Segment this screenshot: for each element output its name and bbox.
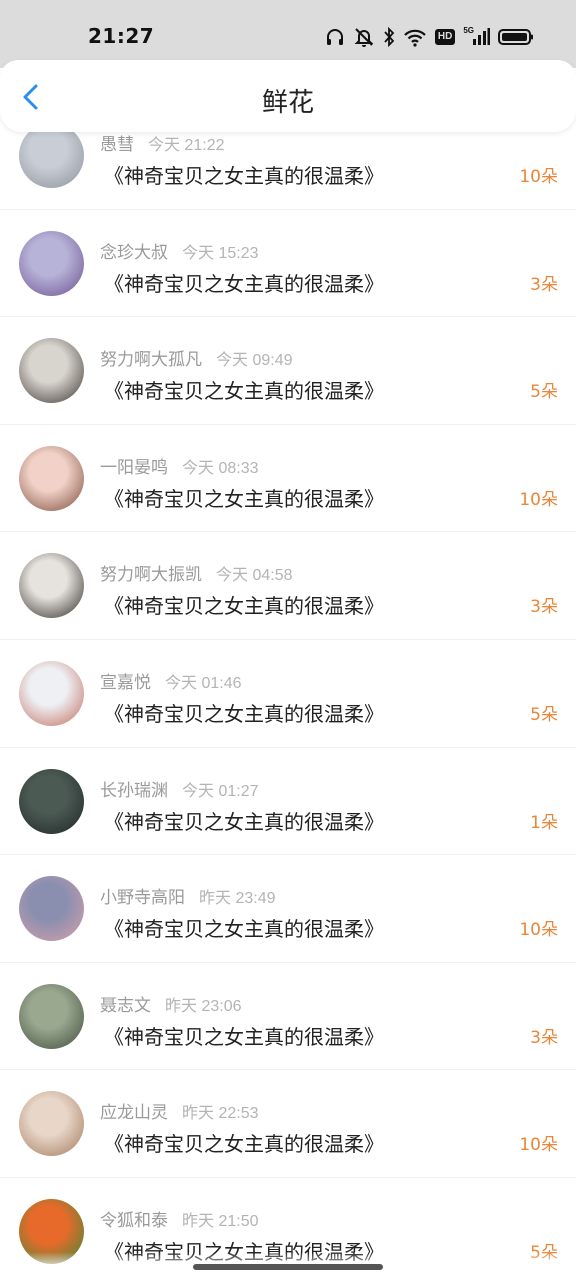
flower-list: 愚彗 今天 21:22 《神奇宝贝之女主真的很温柔》 10朵 念珍大叔 今天 15:…: [0, 102, 576, 1280]
flower-count: 1朵: [530, 812, 558, 833]
avatar[interactable]: [19, 123, 84, 188]
flower-count: 5朵: [530, 382, 558, 403]
timestamp: 今天 01:27: [182, 782, 259, 800]
book-title: 《神奇宝贝之女主真的很温柔》: [104, 1024, 384, 1049]
timestamp: 今天 21:22: [148, 137, 225, 154]
avatar[interactable]: [19, 230, 84, 296]
book-title: 《神奇宝贝之女主真的很温柔》: [104, 1132, 384, 1157]
timestamp: 今天 09:49: [216, 352, 293, 370]
list-item[interactable]: 小野寺高阳 昨天 23:49 《神奇宝贝之女主真的很温柔》 10朵: [0, 855, 576, 963]
item-meta: 念珍大叔 今天 15:23: [100, 238, 259, 263]
timestamp: 今天 04:58: [216, 567, 293, 585]
nav-bar: 鲜花: [0, 60, 576, 132]
item-meta: 应龙山灵 昨天 22:53: [100, 1098, 259, 1123]
book-title: 《神奇宝贝之女主真的很温柔》: [104, 379, 384, 404]
book-title: 《神奇宝贝之女主真的很温柔》: [104, 271, 384, 296]
item-meta: 一阳晏鸣 今天 08:33: [100, 453, 259, 478]
item-meta: 令狐和泰 昨天 21:50: [100, 1206, 259, 1231]
item-meta: 愚彗 今天 21:22: [100, 130, 225, 155]
item-meta: 努力啊大振凯 今天 04:58: [100, 560, 293, 585]
flower-count: 10朵: [519, 489, 558, 510]
user-name: 聂志文: [100, 995, 151, 1015]
user-name: 宣嘉悦: [100, 672, 151, 692]
avatar[interactable]: [19, 660, 84, 726]
book-title: 《神奇宝贝之女主真的很温柔》: [104, 701, 384, 726]
timestamp: 昨天 23:49: [199, 890, 276, 908]
item-meta: 小野寺高阳 昨天 23:49: [100, 883, 276, 908]
timestamp: 昨天 23:06: [165, 997, 242, 1015]
list-item[interactable]: 长孙瑞渊 今天 01:27 《神奇宝贝之女主真的很温柔》 1朵: [0, 748, 576, 856]
book-title: 《神奇宝贝之女主真的很温柔》: [104, 594, 384, 619]
flower-count: 5朵: [530, 704, 558, 725]
user-name: 一阳晏鸣: [100, 457, 168, 477]
flower-count: 3朵: [530, 597, 558, 618]
item-meta: 长孙瑞渊 今天 01:27: [100, 776, 259, 801]
timestamp: 今天 01:46: [165, 674, 242, 692]
status-bar: 21:27 HD 5G: [0, 0, 576, 68]
avatar[interactable]: [19, 983, 84, 1049]
home-indicator[interactable]: [193, 1264, 383, 1270]
bluetooth-icon: [383, 27, 395, 47]
item-meta: 聂志文 昨天 23:06: [100, 991, 242, 1016]
user-name: 长孙瑞渊: [100, 780, 168, 800]
list-item[interactable]: 应龙山灵 昨天 22:53 《神奇宝贝之女主真的很温柔》 10朵: [0, 1070, 576, 1178]
timestamp: 昨天 21:50: [182, 1212, 259, 1230]
avatar[interactable]: [19, 553, 84, 619]
user-name: 努力啊大孤凡: [100, 350, 202, 370]
headphones-icon: [325, 27, 345, 47]
flower-count: 10朵: [519, 1135, 558, 1156]
book-title: 《神奇宝贝之女主真的很温柔》: [104, 164, 384, 188]
flower-count: 3朵: [530, 274, 558, 295]
flower-count: 10朵: [519, 920, 558, 941]
user-name: 小野寺高阳: [100, 888, 185, 908]
book-title: 《神奇宝贝之女主真的很温柔》: [104, 809, 384, 834]
mute-icon: [353, 27, 375, 47]
timestamp: 昨天 22:53: [182, 1105, 259, 1123]
item-meta: 努力啊大孤凡 今天 09:49: [100, 345, 293, 370]
user-name: 念珍大叔: [100, 242, 168, 262]
battery-icon: [498, 27, 534, 47]
list-item[interactable]: 宣嘉悦 今天 01:46 《神奇宝贝之女主真的很温柔》 5朵: [0, 640, 576, 748]
user-name: 努力啊大振凯: [100, 565, 202, 585]
hd-icon: HD: [434, 29, 456, 45]
list-item[interactable]: 努力啊大振凯 今天 04:58 《神奇宝贝之女主真的很温柔》 3朵: [0, 532, 576, 640]
avatar[interactable]: [19, 876, 84, 942]
user-name: 愚彗: [100, 135, 134, 154]
avatar[interactable]: [19, 768, 84, 834]
page-title: 鲜花: [261, 88, 314, 118]
avatar[interactable]: [19, 445, 84, 511]
timestamp: 今天 08:33: [182, 459, 259, 477]
flower-count: 3朵: [530, 1027, 558, 1048]
book-title: 《神奇宝贝之女主真的很温柔》: [104, 486, 384, 511]
user-name: 令狐和泰: [100, 1210, 168, 1230]
list-item[interactable]: 聂志文 昨天 23:06 《神奇宝贝之女主真的很温柔》 3朵: [0, 963, 576, 1071]
user-name: 应龙山灵: [100, 1103, 168, 1123]
item-meta: 宣嘉悦 今天 01:46: [100, 668, 242, 693]
list-item[interactable]: 努力啊大孤凡 今天 09:49 《神奇宝贝之女主真的很温柔》 5朵: [0, 317, 576, 425]
timestamp: 今天 15:23: [182, 244, 259, 262]
status-icons: HD 5G: [325, 24, 534, 50]
status-time: 21:27: [88, 24, 155, 48]
avatar[interactable]: [19, 338, 84, 404]
avatar[interactable]: [19, 1091, 84, 1157]
wifi-icon: [403, 27, 427, 47]
list-item[interactable]: 一阳晏鸣 今天 08:33 《神奇宝贝之女主真的很温柔》 10朵: [0, 425, 576, 533]
flower-count: 10朵: [519, 167, 558, 187]
signal-5g-icon: 5G: [463, 26, 490, 47]
list-item[interactable]: 念珍大叔 今天 15:23 《神奇宝贝之女主真的很温柔》 3朵: [0, 210, 576, 318]
book-title: 《神奇宝贝之女主真的很温柔》: [104, 917, 384, 942]
